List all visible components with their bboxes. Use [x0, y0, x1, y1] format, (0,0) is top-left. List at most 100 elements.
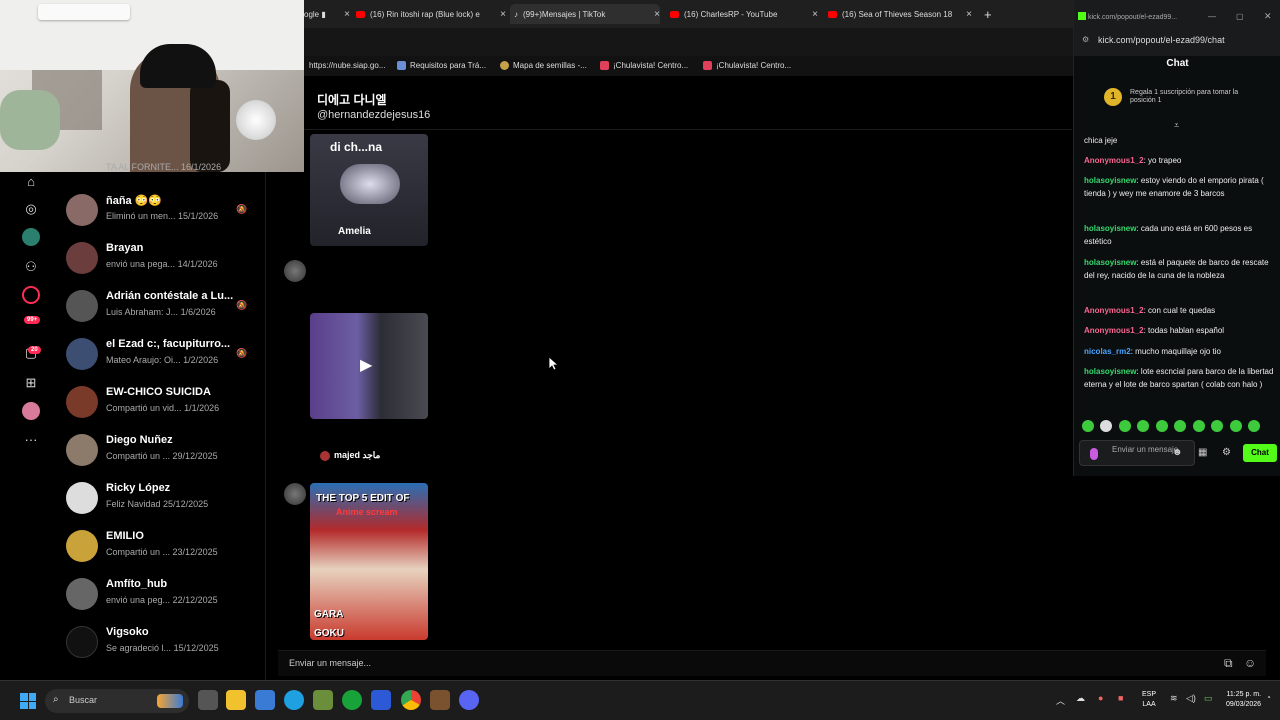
- emote-icon[interactable]: [1211, 420, 1223, 432]
- close-icon[interactable]: ×: [496, 9, 506, 20]
- browser-tab[interactable]: (16) Rin itoshi rap (Blue lock) e ×: [356, 4, 506, 24]
- new-tab-button[interactable]: +: [984, 4, 1000, 24]
- sub-promo[interactable]: 1 Regala 1 suscripción para tomar la pos…: [1094, 86, 1274, 112]
- outlook-icon[interactable]: [371, 690, 391, 710]
- tab-label: (99+)Mensajes | TikTok: [523, 9, 606, 19]
- avatar[interactable]: [284, 260, 306, 282]
- site-info-icon[interactable]: ⚙: [1082, 35, 1089, 44]
- edge-icon[interactable]: [284, 690, 304, 710]
- upload-icon[interactable]: ⊞: [22, 374, 40, 392]
- user-avatar[interactable]: [22, 402, 40, 420]
- emote-icon[interactable]: [1137, 420, 1149, 432]
- avatar[interactable]: [284, 483, 306, 505]
- minecraft-icon[interactable]: [313, 690, 333, 710]
- close-icon[interactable]: ×: [808, 9, 818, 20]
- address-bar-area: [304, 28, 1074, 56]
- mic-icon[interactable]: ●: [1098, 693, 1103, 703]
- conv-name: Ricky López: [106, 482, 171, 494]
- explore-icon[interactable]: ◎: [22, 200, 40, 218]
- close-icon[interactable]: ×: [962, 9, 972, 20]
- close-icon[interactable]: ✕: [1264, 11, 1272, 22]
- list-item[interactable]: Diego Nuñez Compartió un ... 29/12/2025: [66, 430, 256, 470]
- play-icon[interactable]: ▶: [360, 355, 372, 375]
- collapse-icon[interactable]: ⩡: [1174, 120, 1179, 131]
- battery-icon[interactable]: ▭: [1204, 693, 1213, 704]
- close-icon[interactable]: ×: [340, 9, 350, 20]
- taskbar-clock[interactable]: 11:25 p. m. 09/03/2026: [1226, 690, 1261, 710]
- close-icon[interactable]: ×: [650, 9, 660, 20]
- browser-tab[interactable]: ogle ▮ ×: [304, 4, 350, 24]
- emote-icon[interactable]: [1230, 420, 1242, 432]
- list-item[interactable]: el Ezad c:, facupiturro... Mateo Araujo:…: [66, 334, 256, 374]
- emoji-icon[interactable]: ☻: [1172, 447, 1183, 458]
- tiktok-icon: ♪: [514, 9, 518, 19]
- promo-text: Regala 1 suscripción para tomar la posic…: [1130, 89, 1239, 104]
- profile-avatar[interactable]: [22, 286, 40, 304]
- settings-icon[interactable]: ⚙: [1222, 447, 1231, 458]
- discord-icon[interactable]: [459, 690, 479, 710]
- store-icon[interactable]: [255, 690, 275, 710]
- browser-tab-active[interactable]: ♪ (99+)Mensajes | TikTok ×: [510, 4, 660, 24]
- app-icon[interactable]: [430, 690, 450, 710]
- browser-tab[interactable]: (16) Sea of Thieves Season 18 ×: [828, 4, 972, 24]
- emote-icon[interactable]: [1193, 420, 1205, 432]
- chat-title[interactable]: 디에고 다니엘: [317, 91, 387, 108]
- send-chat-button[interactable]: Chat: [1243, 444, 1277, 462]
- emote-icon[interactable]: [1248, 420, 1260, 432]
- emote-icon[interactable]: [1082, 420, 1094, 432]
- cloud-icon[interactable]: ☁: [1076, 693, 1085, 704]
- emote-icon[interactable]: [1119, 420, 1131, 432]
- emote-icon[interactable]: [1100, 420, 1112, 432]
- task-view-icon[interactable]: [198, 690, 218, 710]
- video-author: majed ماجد: [334, 450, 381, 460]
- bookmark[interactable]: ¡Chulavista! Centro...: [600, 61, 688, 70]
- maximize-icon[interactable]: ▢: [1236, 12, 1244, 21]
- list-item[interactable]: EMILIO Compartió un ... 23/12/2025: [66, 526, 256, 566]
- list-item[interactable]: Brayan envió una pega... 14/1/2026: [66, 238, 256, 278]
- conv-date: 1/6/2026: [180, 307, 216, 317]
- live-icon[interactable]: [22, 228, 40, 246]
- video-thumbnail: [340, 164, 400, 204]
- list-item[interactable]: ñaña 😳😳 Eliminó un men... 15/1/2026 🔕: [66, 190, 256, 230]
- volume-icon[interactable]: ◁): [1186, 693, 1196, 704]
- shared-video[interactable]: ▶: [310, 313, 428, 419]
- language-indicator[interactable]: ESP LAA: [1142, 690, 1156, 710]
- list-item[interactable]: Amfíto_hub envió una peg... 22/12/2025: [66, 574, 256, 614]
- kick-chat-input[interactable]: Enviar un mensaje ☻: [1079, 440, 1195, 466]
- message-input[interactable]: Enviar un mensaje... ⧉ ☺: [278, 650, 1266, 676]
- list-item[interactable]: Vigsoko Se agradeció l... 15/12/2025: [66, 622, 256, 662]
- image-icon[interactable]: ⧉: [1224, 656, 1233, 671]
- chat-handle[interactable]: @hernandezdejesus16: [317, 109, 430, 121]
- emoji-icon[interactable]: ☺: [1244, 656, 1256, 670]
- chevron-up-icon[interactable]: ︿: [1056, 694, 1065, 707]
- gift-icon[interactable]: ▦: [1198, 447, 1207, 458]
- minimize-icon[interactable]: —: [1208, 12, 1216, 21]
- home-icon[interactable]: ⌂: [22, 172, 40, 190]
- conv-date: 1/1/2026: [184, 403, 220, 413]
- shared-video[interactable]: di ch...na Amelia: [310, 134, 428, 246]
- mic-icon[interactable]: [1090, 448, 1098, 460]
- avatar: [66, 530, 98, 562]
- following-icon[interactable]: ⚇: [22, 258, 40, 276]
- popout-url[interactable]: kick.com/popout/el-ezad99/chat: [1098, 35, 1225, 45]
- wifi-icon[interactable]: ≋: [1170, 693, 1178, 704]
- xbox-icon[interactable]: [342, 690, 362, 710]
- chrome-icon[interactable]: [401, 690, 421, 710]
- bookmark[interactable]: Mapa de semillas -...: [500, 61, 587, 70]
- emote-icon[interactable]: [1174, 420, 1186, 432]
- file-explorer-icon[interactable]: [226, 690, 246, 710]
- browser-tab[interactable]: (16) CharlesRP - YouTube ×: [670, 4, 818, 24]
- bookmark[interactable]: https://nube.siap.go...: [309, 61, 386, 70]
- notification-icon[interactable]: ◔: [1266, 693, 1271, 702]
- windows-start-icon[interactable]: [20, 693, 36, 709]
- list-item[interactable]: Ricky López Feliz Navidad 25/12/2025: [66, 478, 256, 518]
- shared-video[interactable]: THE TOP 5 EDIT OF Anime scream GARA GOKU: [310, 483, 428, 640]
- list-item[interactable]: EW-CHICO SUICIDA Compartió un vid... 1/1…: [66, 382, 256, 422]
- bookmark[interactable]: Requisitos para Trá...: [397, 61, 486, 70]
- more-icon[interactable]: ···: [22, 430, 40, 448]
- list-item[interactable]: Adrián contéstale a Lu... Luis Abraham: …: [66, 286, 256, 326]
- taskbar-search[interactable]: ⌕ Buscar: [45, 689, 189, 713]
- emote-icon[interactable]: [1156, 420, 1168, 432]
- bookmark[interactable]: ¡Chulavista! Centro...: [703, 61, 791, 70]
- app-tray-icon[interactable]: ■: [1118, 693, 1123, 703]
